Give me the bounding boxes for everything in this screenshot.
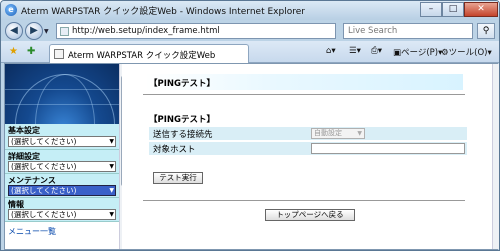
select-value: (選択してください) bbox=[11, 186, 77, 195]
content-area: 基本設定 (選択してください) ▼ 詳細設定 (選択してください) ▼ メンテナ… bbox=[4, 63, 499, 250]
history-dropdown-icon[interactable]: ▼ bbox=[44, 28, 49, 35]
advanced-settings-select[interactable]: (選択してください) ▼ bbox=[8, 161, 116, 172]
globe-line bbox=[5, 89, 122, 90]
chevron-down-icon: ▼ bbox=[109, 187, 114, 194]
info-select[interactable]: (選択してください) ▼ bbox=[8, 209, 116, 220]
host-label: 対象ホスト bbox=[153, 145, 196, 155]
search-placeholder: Live Search bbox=[348, 26, 398, 36]
main-frame: 【PINGテスト】 【PINGテスト】 送信する接続先 自動設定 ▼ 対象ホスト… bbox=[129, 64, 499, 249]
browser-window: e Aterm WARPSTAR クイック設定Web - Windows Int… bbox=[0, 0, 500, 251]
print-icon[interactable]: ⎙▾ bbox=[371, 46, 382, 56]
tab-page-icon bbox=[54, 49, 64, 59]
destination-select[interactable]: 自動設定 ▼ bbox=[311, 128, 365, 139]
page-menu-label: ページ(P) bbox=[401, 48, 439, 58]
tools-menu[interactable]: ⚙ツール(O)▾ bbox=[441, 46, 492, 58]
form-row-host: 対象ホスト bbox=[149, 142, 467, 155]
page-menu[interactable]: ▣ページ(P)▾ bbox=[393, 46, 442, 58]
chevron-down-icon: ▼ bbox=[109, 138, 114, 145]
url-field[interactable]: http://web.setup/index_frame.html ▼ ↻ ✕ bbox=[56, 23, 399, 39]
menu-list-link[interactable]: メニュー一覧 bbox=[8, 226, 56, 237]
add-favorites-icon[interactable]: ✚ bbox=[27, 46, 35, 57]
left-menu-frame: 基本設定 (選択してください) ▼ 詳細設定 (選択してください) ▼ メンテナ… bbox=[5, 64, 122, 249]
url-text[interactable]: http://web.setup/index_frame.html bbox=[72, 26, 220, 36]
search-input[interactable]: Live Search bbox=[343, 23, 473, 39]
select-value: (選択してください) bbox=[11, 137, 77, 146]
select-value: (選択してください) bbox=[11, 210, 77, 219]
address-bar: ◀ ▶ ▼ http://web.setup/index_frame.html … bbox=[1, 20, 499, 41]
close-button[interactable]: ✕ bbox=[464, 2, 498, 17]
menu-section-basic: 基本設定 (選択してください) ▼ bbox=[5, 124, 119, 150]
tab-current[interactable]: Aterm WARPSTAR クイック設定Web bbox=[49, 44, 249, 63]
chevron-down-icon: ▼ bbox=[109, 211, 114, 218]
globe-line bbox=[5, 104, 122, 105]
tools-menu-label: ツール(O) bbox=[448, 48, 488, 58]
back-arrow-icon[interactable]: ◀ bbox=[5, 22, 23, 40]
tab-bar: ★ ✚ Aterm WARPSTAR クイック設定Web ⌂▾ ☰▾ ⎙▾ ▣ペ… bbox=[1, 41, 499, 63]
destination-label: 送信する接続先 bbox=[153, 130, 213, 140]
run-test-button[interactable]: テスト実行 bbox=[153, 172, 203, 184]
left-scrollbar[interactable] bbox=[119, 64, 122, 249]
menu-section-info: 情報 (選択してください) ▼ bbox=[5, 198, 119, 222]
right-scrollbar[interactable] bbox=[492, 64, 499, 249]
title-bar: e Aterm WARPSTAR クイック設定Web - Windows Int… bbox=[1, 1, 499, 20]
basic-settings-select[interactable]: (選択してください) ▼ bbox=[8, 136, 116, 147]
divider bbox=[143, 200, 465, 201]
window-title: Aterm WARPSTAR クイック設定Web - Windows Inter… bbox=[21, 7, 305, 17]
section-title: 【PINGテスト】 bbox=[149, 115, 215, 125]
host-input[interactable] bbox=[311, 143, 465, 154]
menu-section-advanced: 詳細設定 (選択してください) ▼ bbox=[5, 150, 119, 174]
favorites-star-icon[interactable]: ★ bbox=[9, 46, 18, 57]
forward-arrow-icon[interactable]: ▶ bbox=[25, 22, 43, 40]
globe-logo-image bbox=[5, 64, 122, 124]
form-row-destination: 送信する接続先 自動設定 ▼ bbox=[149, 127, 467, 140]
menu-heading: 基本設定 bbox=[8, 126, 40, 135]
tab-title: Aterm WARPSTAR クイック設定Web bbox=[68, 51, 216, 61]
back-to-top-button[interactable]: トップページへ戻る bbox=[265, 209, 355, 221]
minimize-button[interactable]: – bbox=[420, 2, 442, 17]
maintenance-select[interactable]: (選択してください) ▼ bbox=[8, 185, 116, 196]
chevron-down-icon: ▼ bbox=[109, 163, 114, 170]
select-value: (選択してください) bbox=[11, 162, 77, 171]
maximize-button[interactable]: □ bbox=[442, 2, 464, 17]
search-icon[interactable]: ⚲ bbox=[477, 23, 495, 39]
page-header: 【PINGテスト】 bbox=[145, 74, 463, 90]
divider bbox=[143, 94, 465, 95]
page-title: 【PINGテスト】 bbox=[149, 79, 215, 89]
menu-section-maintenance: メンテナンス (選択してください) ▼ bbox=[5, 174, 119, 198]
page-icon bbox=[60, 27, 69, 36]
ie-logo-icon: e bbox=[5, 4, 17, 16]
select-value: 自動設定 bbox=[314, 129, 342, 137]
chevron-down-icon: ▼ bbox=[357, 130, 362, 137]
scroll-thumb[interactable] bbox=[121, 76, 122, 186]
window-controls: – □ ✕ bbox=[420, 2, 498, 17]
home-icon[interactable]: ⌂▾ bbox=[326, 46, 336, 56]
feeds-icon[interactable]: ☰▾ bbox=[349, 46, 361, 56]
